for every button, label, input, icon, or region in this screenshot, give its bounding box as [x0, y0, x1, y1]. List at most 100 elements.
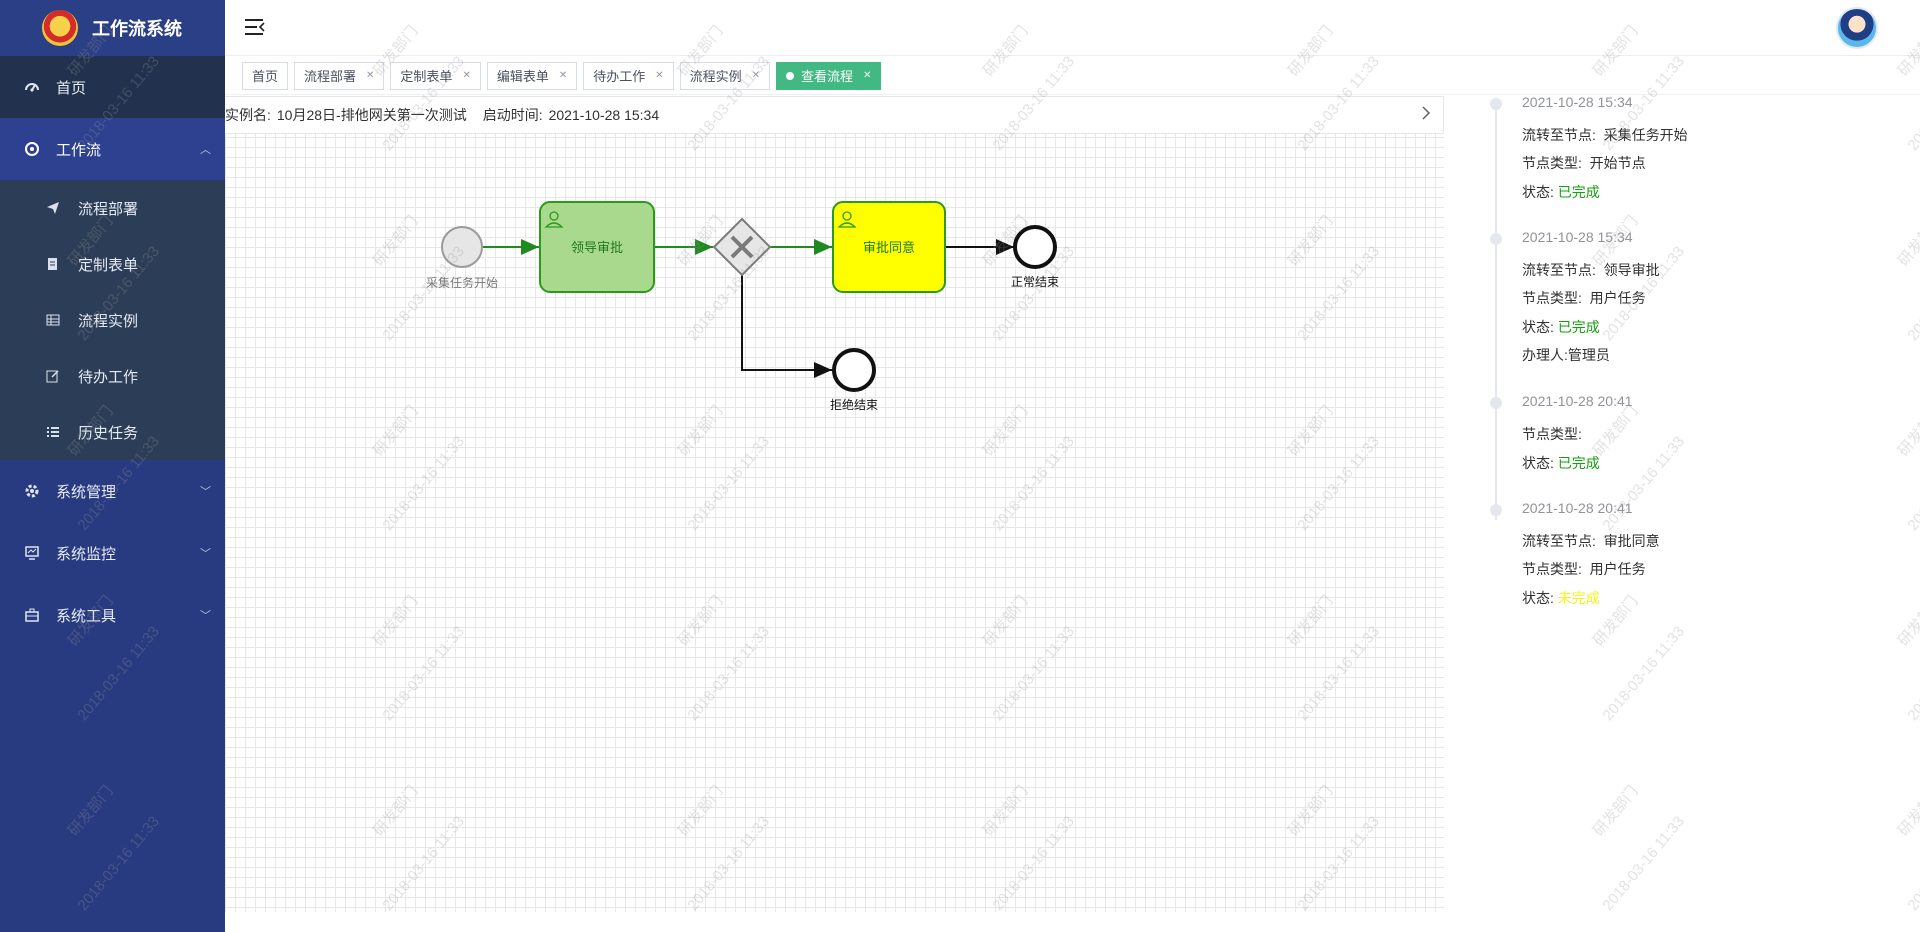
row-label: 流转至节点:	[1522, 533, 1596, 549]
sidebar-item-system-monitor[interactable]: 系统监控 ﹀	[0, 522, 225, 584]
edit-icon	[46, 369, 60, 383]
row-value: 采集任务开始	[1603, 127, 1688, 143]
row-label: 流转至节点:	[1522, 262, 1596, 278]
row-label: 状态:	[1522, 455, 1554, 471]
monitor-icon	[24, 545, 40, 561]
timeline-row: 办理人:管理员	[1522, 345, 1610, 365]
tab-deploy[interactable]: 流程部署 ✕	[294, 61, 385, 90]
close-icon[interactable]: ✕	[462, 70, 470, 81]
row-label: 状态:	[1522, 590, 1554, 606]
watermark-text: 2018-03-16 11:33	[1904, 433, 1920, 534]
timeline-dot	[1490, 397, 1502, 409]
tab-label: 首页	[252, 69, 279, 84]
row-label: 节点类型:	[1522, 426, 1582, 442]
tab-instance[interactable]: 流程实例 ✕	[679, 61, 771, 90]
status-badge: 已完成	[1557, 455, 1600, 471]
hamburger-icon[interactable]	[245, 18, 265, 36]
list-icon	[46, 425, 60, 439]
sidebar-item-instance[interactable]: 流程实例	[0, 292, 225, 348]
police-badge-logo	[42, 10, 78, 46]
close-icon[interactable]: ✕	[752, 70, 760, 81]
timeline-dot	[1490, 504, 1502, 516]
timeline-row: 流转至节点: 审批同意	[1522, 531, 1660, 551]
logo-bar: 工作流系统	[0, 0, 225, 56]
sidebar-item-home[interactable]: 首页	[0, 56, 225, 118]
close-icon[interactable]: ✕	[655, 70, 663, 81]
watermark-text: 2018-03-16 11:33	[1599, 433, 1688, 534]
sidebar-item-label: 历史任务	[78, 424, 139, 442]
tab-label: 编辑表单	[496, 69, 549, 84]
table-icon	[46, 313, 60, 327]
sidebar-item-system-admin[interactable]: 系统管理 ﹀	[0, 460, 225, 522]
close-icon[interactable]: ✕	[366, 70, 374, 81]
watermark-text: 研发部门	[1894, 592, 1920, 650]
chevron-down-icon: ﹀	[200, 548, 211, 560]
sidebar-item-system-tools[interactable]: 系统工具 ﹀	[0, 584, 225, 646]
row-value: 管理员	[1567, 347, 1610, 363]
sidebar-item-label: 流程实例	[78, 312, 139, 330]
sidebar-item-label: 工作流	[56, 141, 102, 159]
tab-label: 流程实例	[689, 69, 742, 84]
avatar[interactable]	[1836, 7, 1878, 49]
timeline-row: 节点类型: 开始节点	[1522, 153, 1646, 173]
sidebar-item-label: 首页	[56, 79, 87, 97]
timeline-dot	[1490, 233, 1502, 245]
send-icon	[46, 201, 60, 215]
sequence-flow	[741, 275, 832, 378]
sidebar-item-history[interactable]: 历史任务	[0, 404, 225, 460]
form-icon	[46, 257, 60, 271]
watermark-text: 研发部门	[1894, 782, 1920, 840]
chevron-down-icon: ﹀	[200, 610, 211, 622]
tab-home[interactable]: 首页	[242, 61, 289, 90]
start-event-label: 采集任务开始	[426, 275, 498, 290]
workflow-submenu: 流程部署 定制表单 流程实例 待办工作 历史任务	[0, 180, 225, 460]
row-label: 流转至节点:	[1522, 127, 1596, 143]
watermark-text: 2018-03-16 11:33	[1904, 623, 1920, 724]
timeline-line	[1495, 100, 1497, 520]
watermark-text: 2018-03-16 11:33	[1904, 813, 1920, 914]
close-icon[interactable]: ✕	[559, 70, 567, 81]
toolbox-icon	[24, 607, 40, 623]
tab-edit-form[interactable]: 编辑表单 ✕	[486, 61, 578, 90]
watermark-text: 研发部门	[1589, 782, 1642, 840]
close-icon[interactable]: ✕	[863, 70, 871, 81]
timeline-row: 流转至节点: 领导审批	[1522, 260, 1660, 280]
row-label: 办理人:	[1522, 347, 1568, 363]
sidebar-item-deploy[interactable]: 流程部署	[0, 180, 225, 236]
status-badge: 未完成	[1557, 590, 1600, 606]
sidebar-item-label: 系统监控	[56, 545, 117, 563]
end-event-reject[interactable]	[832, 348, 876, 392]
end-event-label: 正常结束	[1011, 275, 1059, 289]
tab-custom-form[interactable]: 定制表单 ✕	[390, 61, 481, 90]
row-value: 开始节点	[1589, 155, 1646, 171]
chevron-down-icon: ﹀	[200, 486, 211, 498]
watermark-text: 2018-03-16 11:33	[1599, 623, 1688, 724]
sidebar-item-workflow[interactable]: 工作流 ︿	[0, 118, 225, 180]
row-value: 用户任务	[1589, 561, 1646, 577]
end-event-normal[interactable]	[1013, 225, 1057, 269]
dashboard-icon	[24, 79, 40, 95]
timeline-row: 状态: 已完成	[1522, 317, 1600, 337]
sidebar-item-custom-form[interactable]: 定制表单	[0, 236, 225, 292]
sidebar-item-label: 流程部署	[78, 200, 139, 218]
tab-view-process[interactable]: 查看流程 ✕	[776, 61, 882, 90]
start-event[interactable]	[441, 226, 483, 268]
tab-todo[interactable]: 待办工作 ✕	[583, 61, 674, 90]
bpmn-diagram: 采集任务开始 领导审批 审批同意 正常结束 拒绝结束	[426, 201, 1059, 412]
sidebar-item-todo[interactable]: 待办工作	[0, 348, 225, 404]
sidebar: 工作流系统 首页 工作流 ︿ 流程部署 定制表单 流程实例 待办工作 历史任务 …	[0, 0, 225, 932]
status-badge: 已完成	[1557, 319, 1600, 335]
tab-label: 流程部署	[304, 69, 357, 84]
watermark-text: 研发部门	[1894, 212, 1920, 270]
row-label: 节点类型:	[1522, 290, 1582, 306]
tab-label: 定制表单	[400, 69, 453, 84]
timeline-time: 2021-10-28 15:34	[1522, 94, 1633, 110]
gear-icon	[24, 483, 40, 499]
app-title: 工作流系统	[92, 19, 182, 39]
row-label: 状态:	[1522, 319, 1554, 335]
row-label: 节点类型:	[1522, 155, 1582, 171]
tab-label: 待办工作	[593, 69, 646, 84]
timeline-row: 状态: 已完成	[1522, 453, 1600, 473]
sidebar-item-label: 定制表单	[78, 256, 139, 274]
watermark-text: 2018-03-16 11:33	[1904, 243, 1920, 344]
